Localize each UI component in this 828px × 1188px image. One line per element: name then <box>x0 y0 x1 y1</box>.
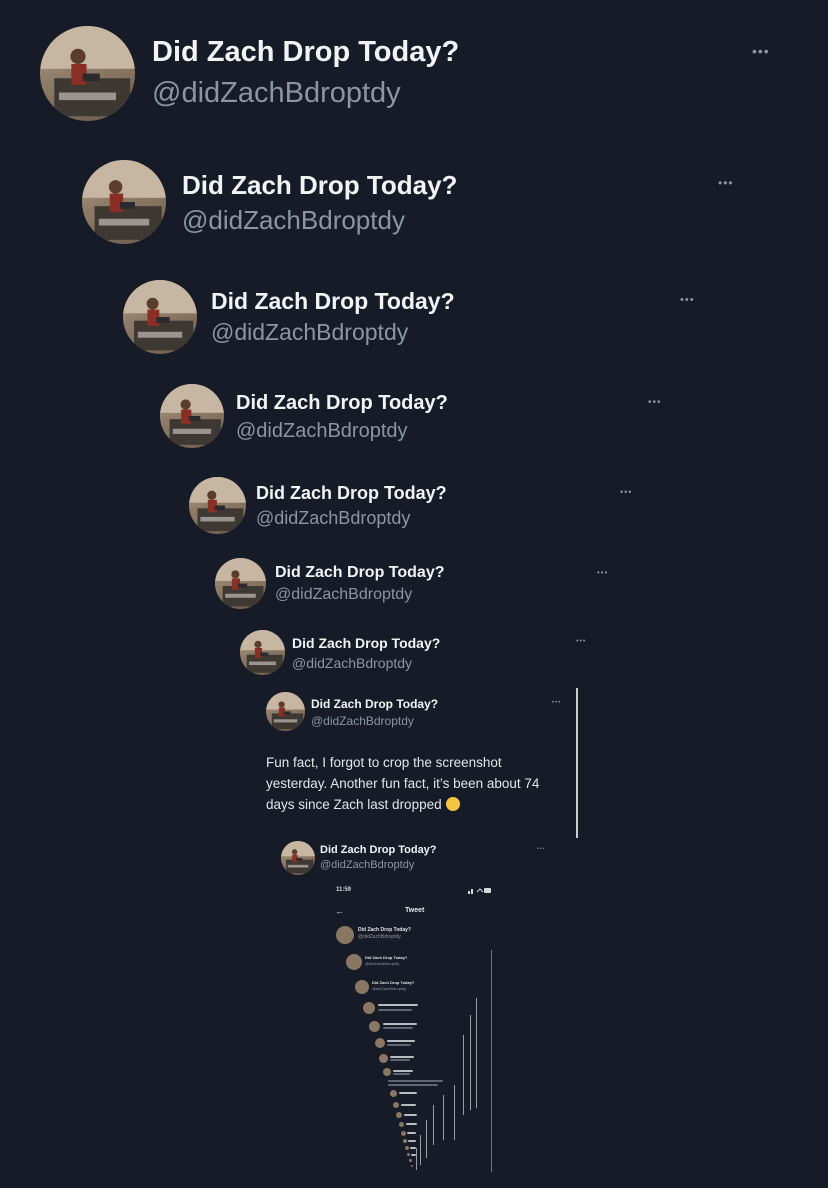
mini-name: Did Zach Drop Today? <box>372 980 415 985</box>
mini-name: Did Zach Drop Today? <box>358 927 411 933</box>
mini-scrollbar <box>420 1135 421 1165</box>
embedded-screenshot: 11:59 ← Tweet Did Zach Drop Today? @didZ… <box>330 880 498 1180</box>
tweet-author-handle[interactable]: @didZachBdroptdy <box>320 859 414 871</box>
tweet-author-name[interactable]: Did Zach Drop Today? <box>236 392 448 415</box>
tweet-author-name[interactable]: Did Zach Drop Today? <box>152 36 459 69</box>
tweet-author-name[interactable]: Did Zach Drop Today? <box>275 564 444 582</box>
avatar[interactable] <box>266 692 305 731</box>
avatar[interactable] <box>189 477 246 534</box>
screen-title: Tweet <box>405 907 425 914</box>
more-options-icon[interactable]: ••• <box>648 398 662 408</box>
avatar[interactable] <box>240 630 285 675</box>
back-arrow-icon[interactable]: ← <box>335 906 344 916</box>
more-options-icon[interactable]: ••• <box>537 847 545 852</box>
avatar[interactable] <box>40 26 135 121</box>
mini-scrollbar <box>476 998 477 1108</box>
tweet-author-handle[interactable]: @didZachBdroptdy <box>275 586 412 604</box>
mini-scrollbar <box>426 1120 427 1158</box>
more-options-icon[interactable]: ••• <box>552 700 561 706</box>
more-options-icon[interactable]: ••• <box>576 638 586 645</box>
avatar[interactable] <box>281 841 315 875</box>
mini-handle: @didZachBdroptdy <box>365 961 400 966</box>
avatar[interactable] <box>160 384 224 448</box>
mini-handle: @didZachBdroptdy <box>372 986 407 991</box>
more-options-icon[interactable]: ••• <box>620 488 632 497</box>
avatar[interactable] <box>123 280 197 354</box>
tweet-author-handle[interactable]: @didZachBdroptdy <box>211 319 408 346</box>
scrollbar[interactable] <box>576 688 578 838</box>
more-options-icon[interactable]: ••• <box>752 44 770 58</box>
tweet-author-handle[interactable]: @didZachBdroptdy <box>311 714 414 728</box>
more-options-icon[interactable]: ••• <box>718 177 734 189</box>
more-options-icon[interactable]: ••• <box>597 569 608 577</box>
tweet-author-handle[interactable]: @didZachBdroptdy <box>256 508 410 529</box>
tweet-author-name[interactable]: Did Zach Drop Today? <box>182 170 457 201</box>
tweet-author-handle[interactable]: @didZachBdroptdy <box>152 77 401 110</box>
mini-scrollbar <box>416 1148 417 1170</box>
tweet-author-name[interactable]: Did Zach Drop Today? <box>292 635 440 651</box>
tweet-author-name[interactable]: Did Zach Drop Today? <box>256 483 447 504</box>
tweet-author-name[interactable]: Did Zach Drop Today? <box>211 288 455 315</box>
mini-scrollbar <box>491 950 492 1172</box>
mini-scrollbar <box>454 1085 455 1140</box>
avatar[interactable] <box>215 558 266 609</box>
tweet-author-handle[interactable]: @didZachBdroptdy <box>236 420 408 443</box>
mini-scrollbar <box>463 1035 464 1115</box>
pensive-face-icon <box>445 797 460 811</box>
mini-scrollbar <box>433 1105 434 1145</box>
mini-handle: @didZachBdroptdy <box>358 934 401 940</box>
tweet-body: Fun fact, I forgot to crop the screensho… <box>266 752 571 815</box>
tweet-author-handle[interactable]: @didZachBdroptdy <box>182 205 405 236</box>
tweet-author-name[interactable]: Did Zach Drop Today? <box>311 697 438 711</box>
status-time: 11:59 <box>336 887 352 893</box>
more-options-icon[interactable]: ••• <box>680 295 695 306</box>
tweet-author-handle[interactable]: @didZachBdroptdy <box>292 655 412 671</box>
tweet-body-text: Fun fact, I forgot to crop the screensho… <box>266 755 540 812</box>
mini-scrollbar <box>470 1015 471 1110</box>
mini-scrollbar <box>443 1095 444 1140</box>
status-icons <box>468 886 492 896</box>
avatar[interactable] <box>82 160 166 244</box>
mini-name: Did Zach Drop Today? <box>365 955 408 960</box>
tweet-author-name[interactable]: Did Zach Drop Today? <box>320 844 437 856</box>
